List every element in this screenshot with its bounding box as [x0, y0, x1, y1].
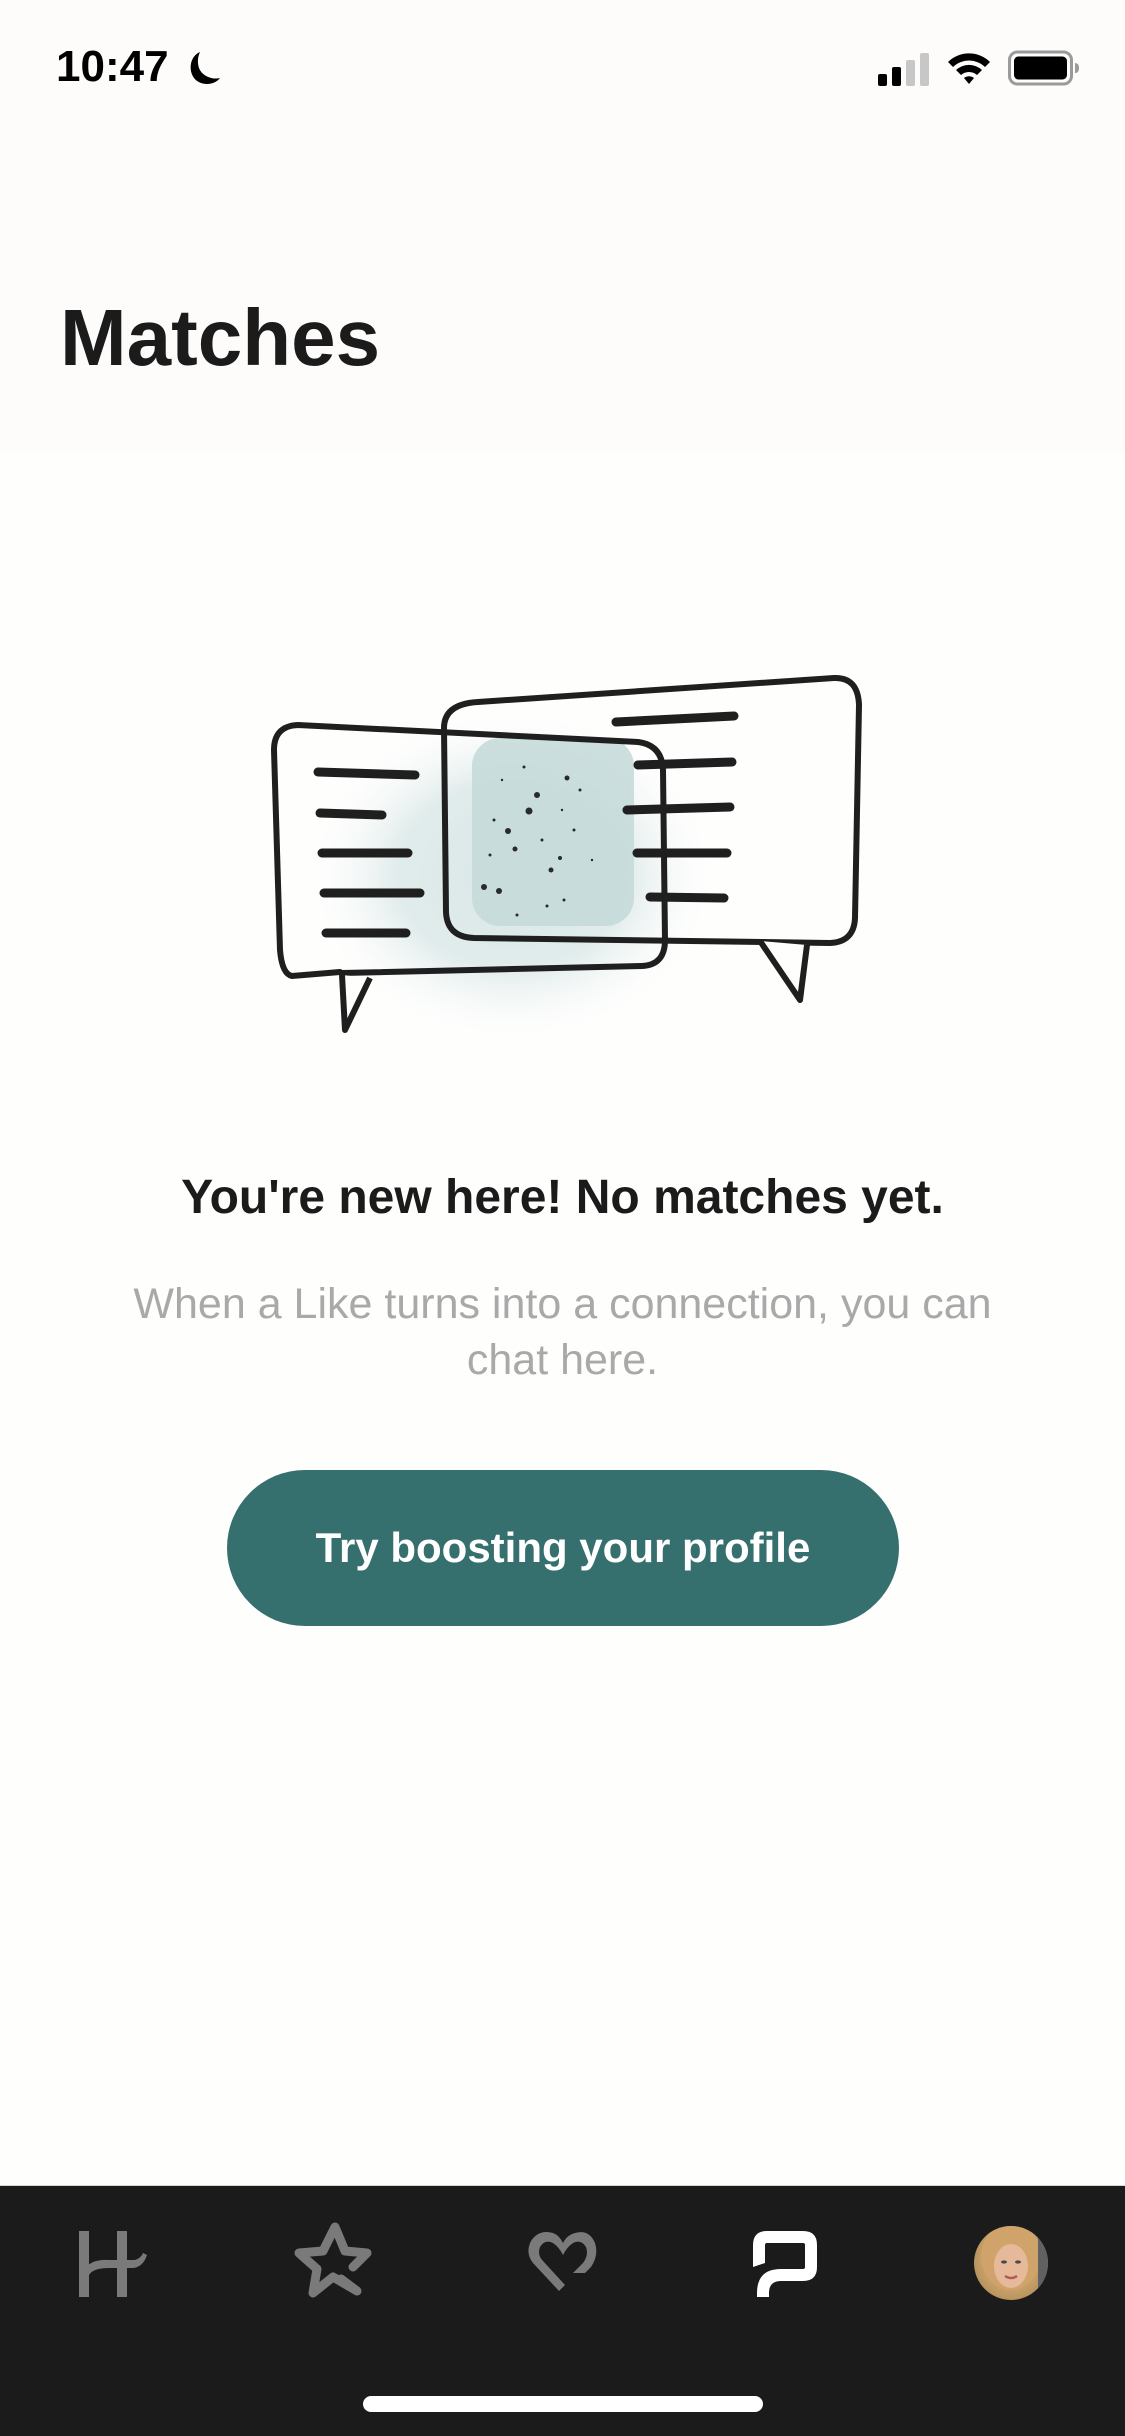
tab-discover[interactable]: [64, 2218, 154, 2308]
chat-bubble-icon: [753, 2231, 817, 2297]
page-title: Matches: [60, 293, 381, 382]
battery-icon: [1008, 50, 1079, 86]
avatar-portrait: [981, 2226, 1048, 2300]
moon-icon: [190, 52, 220, 84]
tab-matches[interactable]: [742, 2218, 832, 2308]
cellular-signal-icon: [878, 53, 929, 86]
heart-icon: [528, 2232, 597, 2291]
empty-state-description: When a Like turns into a connection, you…: [133, 1280, 992, 1384]
status-bar: 10:47: [0, 0, 1125, 140]
chat-bubbles-illustration: [271, 675, 862, 1045]
empty-state-title: You're new here! No matches yet.: [181, 1171, 944, 1224]
status-time: 10:47: [56, 42, 169, 91]
avatar: [974, 2226, 1048, 2300]
right-bubble-tail: [757, 939, 810, 1003]
boost-profile-button[interactable]: Try boosting your profile: [227, 1470, 899, 1626]
illustration-overlap: [472, 738, 634, 926]
tab-profile[interactable]: [966, 2218, 1056, 2308]
hinge-logo-icon: [79, 2231, 147, 2297]
home-indicator[interactable]: [363, 2396, 763, 2412]
left-bubble-tail: [339, 974, 373, 1033]
star-icon: [294, 2222, 372, 2298]
tab-likes-you[interactable]: [518, 2218, 608, 2308]
tab-standouts[interactable]: [290, 2218, 380, 2308]
wifi-icon: [948, 53, 990, 84]
